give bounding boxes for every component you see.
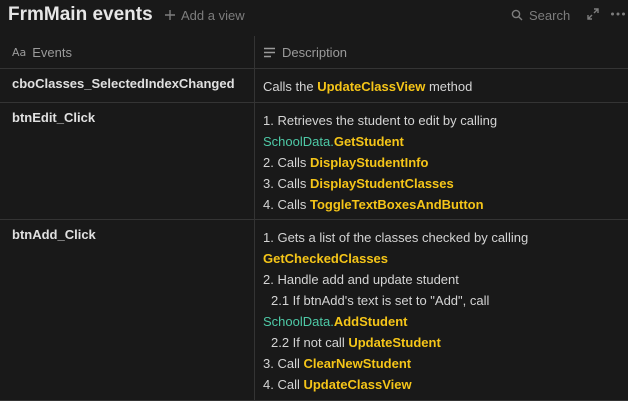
description-line: 2.1 If btnAdd's text is set to "Add", ca…: [271, 293, 490, 308]
description-line: 2.2 If not call UpdateStudent: [271, 335, 441, 350]
events-header-label: Events: [32, 44, 73, 60]
add-view-button[interactable]: Add a view: [164, 5, 245, 25]
description-header-label: Description: [282, 44, 348, 60]
description-column-header[interactable]: Description: [255, 36, 628, 69]
plus-icon: [165, 10, 175, 20]
description-line: 3. Calls DisplayStudentClasses: [263, 176, 454, 191]
table-row[interactable]: btnAdd_Click 1. Gets a list of the class…: [0, 220, 628, 401]
table-row[interactable]: btnEdit_Click 1. Retrieves the student t…: [0, 103, 628, 220]
text-lines-icon: [264, 47, 275, 57]
description-cell[interactable]: 1. Gets a list of the classes checked by…: [255, 220, 628, 400]
description-cell[interactable]: Calls the UpdateClassView method: [255, 69, 628, 102]
page-title: FrmMain events: [8, 4, 153, 25]
description-line: Calls the UpdateClassView method: [263, 79, 473, 94]
table-row[interactable]: cboClasses_SelectedIndexChanged Calls th…: [0, 69, 628, 103]
text-property-icon: Aa: [12, 45, 27, 59]
description-line: GetCheckedClasses: [263, 251, 389, 266]
description-line: 2. Handle add and update student: [263, 272, 459, 287]
description-line: 1. Gets a list of the classes checked by…: [263, 230, 529, 245]
description-line: 4. Call UpdateClassView: [263, 377, 412, 392]
event-name-cell[interactable]: btnEdit_Click: [0, 103, 255, 219]
event-name-cell[interactable]: btnAdd_Click: [0, 220, 255, 400]
top-bar: FrmMain events Add a view Search: [0, 0, 628, 32]
events-column-header[interactable]: Aa Events: [0, 36, 255, 69]
search-icon: [511, 9, 523, 21]
expand-icon[interactable]: [586, 7, 600, 21]
description-cell[interactable]: 1. Retrieves the student to edit by call…: [255, 103, 628, 219]
search-button[interactable]: Search: [511, 5, 570, 25]
description-line: 3. Call ClearNewStudent: [263, 356, 412, 371]
description-line: SchoolData.GetStudent: [263, 134, 404, 149]
more-options-icon[interactable]: [610, 7, 626, 21]
description-line: 1. Retrieves the student to edit by call…: [263, 113, 498, 128]
description-line: 4. Calls ToggleTextBoxesAndButton: [263, 197, 484, 212]
description-line: SchoolData.AddStudent: [263, 314, 408, 329]
search-label: Search: [529, 7, 571, 23]
add-view-label: Add a view: [181, 7, 245, 23]
event-name-cell[interactable]: cboClasses_SelectedIndexChanged: [0, 69, 255, 102]
description-line: 2. Calls DisplayStudentInfo: [263, 155, 429, 170]
